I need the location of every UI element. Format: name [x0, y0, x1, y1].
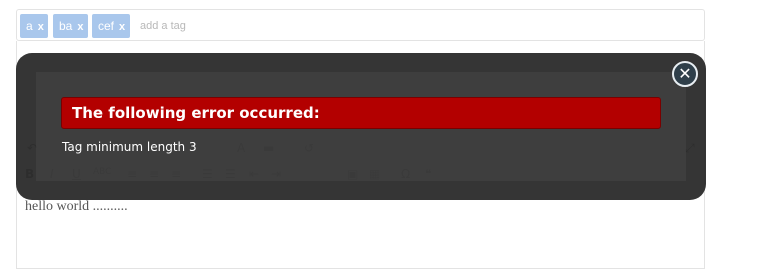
tag-remove-button[interactable]: x: [38, 21, 44, 33]
tag-chip: ax: [20, 14, 48, 38]
close-button[interactable]: ✕: [672, 61, 698, 87]
tag-chip: cef x: [92, 14, 130, 38]
tag-remove-button[interactable]: x: [119, 21, 125, 33]
tag-label: a: [26, 19, 33, 33]
tag-input[interactable]: ax ba x cef x add a tag: [16, 9, 705, 41]
error-message: Tag minimum length 3: [62, 140, 197, 154]
tag-label: cef: [98, 19, 115, 33]
error-title: The following error occurred:: [72, 104, 320, 122]
error-banner: The following error occurred:: [61, 97, 661, 129]
tag-input-placeholder[interactable]: add a tag: [140, 14, 186, 38]
tag-remove-button[interactable]: x: [77, 21, 83, 33]
tag-chip: ba x: [53, 14, 88, 38]
editor-content[interactable]: hello world ..........: [25, 199, 128, 215]
close-icon: ✕: [678, 64, 692, 83]
tag-label: ba: [59, 19, 73, 33]
